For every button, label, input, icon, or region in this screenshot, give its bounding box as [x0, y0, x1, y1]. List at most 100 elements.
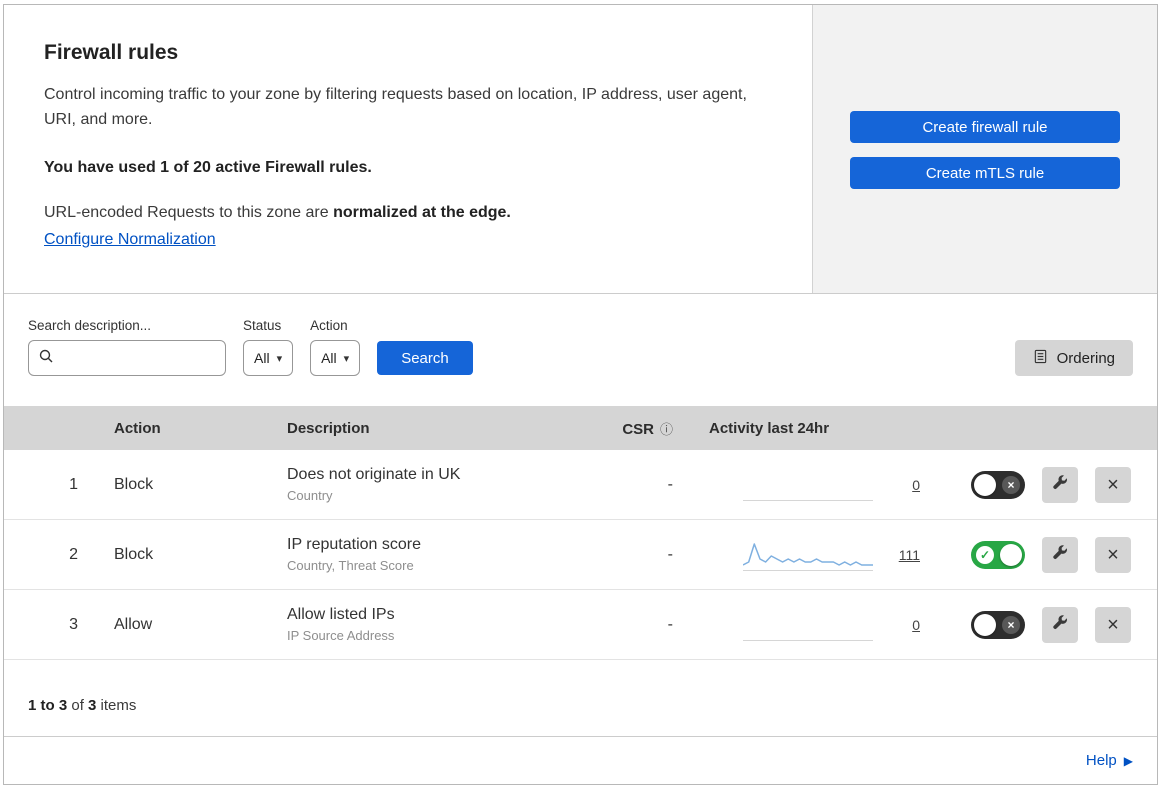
status-filter-field: Status All ▾	[243, 318, 294, 376]
delete-rule-button[interactable]: ×	[1095, 466, 1131, 503]
rule-description: IP reputation score	[287, 536, 422, 553]
normalization-bold-text: normalized at the edge.	[333, 203, 511, 221]
rule-controls: ×	[942, 606, 1157, 643]
column-header-activity: Activity last 24hr	[709, 419, 830, 437]
activity-count-link[interactable]: 0	[912, 617, 920, 633]
rule-activity-cell: 111	[687, 539, 942, 571]
items-label: items	[96, 696, 137, 714]
create-firewall-rule-button[interactable]: Create firewall rule	[850, 111, 1120, 143]
rule-description: Allow listed IPs	[287, 606, 395, 623]
rule-csr-value: -	[667, 545, 673, 563]
rule-priority: 3	[69, 615, 78, 633]
overview-text-panel: Firewall rules Control incoming traffic …	[4, 5, 812, 293]
delete-rule-button[interactable]: ×	[1095, 536, 1131, 573]
search-input-box	[28, 340, 226, 376]
status-filter-label: Status	[243, 318, 282, 333]
chevron-down-icon: ▾	[276, 352, 283, 365]
filter-bar: Search description... Status All ▾ Actio…	[4, 294, 1157, 406]
delete-rule-button[interactable]: ×	[1095, 606, 1131, 643]
edit-rule-button[interactable]	[1042, 466, 1078, 503]
ordering-button-label: Ordering	[1056, 349, 1115, 367]
wrench-icon	[1052, 545, 1068, 564]
page-description: Control incoming traffic to your zone by…	[44, 86, 747, 128]
usage-summary: You have used 1 of 20 active Firewall ru…	[44, 158, 372, 176]
rule-controls: ×	[942, 466, 1157, 503]
toggle-state-icon	[1002, 615, 1020, 634]
normalization-text: URL-encoded Requests to this zone are	[44, 203, 334, 221]
ordering-button[interactable]: Ordering	[1014, 340, 1133, 376]
rule-description-cell: Allow listed IPs IP Source Address	[269, 606, 587, 643]
rule-criteria: IP Source Address	[287, 628, 395, 643]
toggle-knob	[1000, 543, 1022, 566]
rule-action: Allow	[114, 615, 153, 633]
action-filter-label: Action	[310, 318, 348, 333]
action-filter-value: All	[321, 350, 337, 366]
close-icon: ×	[1107, 473, 1119, 496]
toggle-state-icon	[1002, 475, 1020, 494]
column-header-description: Description	[287, 419, 370, 437]
edit-rule-button[interactable]	[1042, 536, 1078, 573]
status-filter-select[interactable]: All ▾	[243, 340, 294, 376]
wrench-icon	[1052, 475, 1068, 494]
rule-priority: 1	[69, 475, 78, 493]
column-header-csr: CSR ⓘ	[587, 419, 687, 438]
create-mtls-rule-button[interactable]: Create mTLS rule	[850, 157, 1120, 189]
rule-description-cell: Does not originate in UK Country	[269, 466, 587, 503]
search-icon	[39, 349, 53, 368]
help-link[interactable]: Help ▶	[1086, 752, 1133, 769]
rule-description-cell: IP reputation score Country, Threat Scor…	[269, 536, 587, 573]
status-filter-value: All	[254, 350, 270, 366]
activity-sparkline	[743, 609, 873, 641]
toggle-state-icon	[976, 545, 994, 564]
items-of-text: of	[67, 696, 89, 714]
search-input[interactable]	[61, 349, 215, 367]
rule-enabled-toggle[interactable]	[971, 470, 1025, 499]
rule-action: Block	[114, 475, 154, 493]
configure-normalization-link[interactable]: Configure Normalization	[44, 231, 216, 248]
rule-controls: ×	[942, 536, 1157, 573]
ordering-list-icon	[1033, 349, 1048, 368]
toggle-knob	[974, 613, 996, 636]
table-row: 3 Allow Allow listed IPs IP Source Addre…	[4, 590, 1157, 660]
rule-description: Does not originate in UK	[287, 466, 461, 483]
rule-priority: 2	[69, 545, 78, 563]
search-button[interactable]: Search	[377, 341, 473, 375]
rule-activity-cell: 0	[687, 469, 942, 501]
close-icon: ×	[1107, 543, 1119, 566]
action-filter-select[interactable]: All ▾	[310, 340, 361, 376]
normalization-note: URL-encoded Requests to this zone are no…	[44, 204, 772, 222]
chevron-down-icon: ▾	[343, 352, 350, 365]
search-label: Search description...	[28, 318, 152, 333]
table-header: Action Description CSR ⓘ Activity last 24…	[4, 406, 1157, 450]
pagination-summary: 1 to 3 of 3 items	[4, 660, 1157, 736]
column-header-action: Action	[114, 419, 161, 437]
items-range: 1 to 3	[28, 696, 68, 714]
csr-header-label: CSR	[622, 420, 654, 438]
close-icon: ×	[1107, 613, 1119, 636]
action-filter-field: Action All ▾	[310, 318, 361, 376]
rule-criteria: Country, Threat Score	[287, 558, 414, 573]
arrow-right-icon: ▶	[1123, 753, 1133, 768]
firewall-rules-page: Firewall rules Control incoming traffic …	[3, 4, 1158, 785]
rule-enabled-toggle[interactable]	[971, 540, 1025, 569]
help-link-label: Help	[1085, 752, 1117, 769]
toggle-knob	[974, 473, 996, 496]
edit-rule-button[interactable]	[1042, 606, 1078, 643]
search-field: Search description...	[28, 318, 226, 376]
rule-action: Block	[114, 545, 154, 563]
activity-sparkline	[743, 469, 873, 501]
activity-count-link[interactable]: 111	[899, 547, 920, 563]
page-title: Firewall rules	[44, 41, 179, 64]
table-row: 1 Block Does not originate in UK Country…	[4, 450, 1157, 520]
wrench-icon	[1052, 615, 1068, 634]
rule-criteria: Country	[287, 488, 333, 503]
info-icon[interactable]: ⓘ	[660, 422, 673, 437]
rule-activity-cell: 0	[687, 609, 942, 641]
overview-section: Firewall rules Control incoming traffic …	[4, 5, 1157, 294]
rule-csr-value: -	[667, 475, 673, 493]
table-row: 2 Block IP reputation score Country, Thr…	[4, 520, 1157, 590]
activity-count-link[interactable]: 0	[912, 477, 920, 493]
rule-enabled-toggle[interactable]	[971, 610, 1025, 639]
activity-sparkline	[743, 539, 873, 571]
actions-panel: Create firewall rule Create mTLS rule	[812, 5, 1157, 293]
